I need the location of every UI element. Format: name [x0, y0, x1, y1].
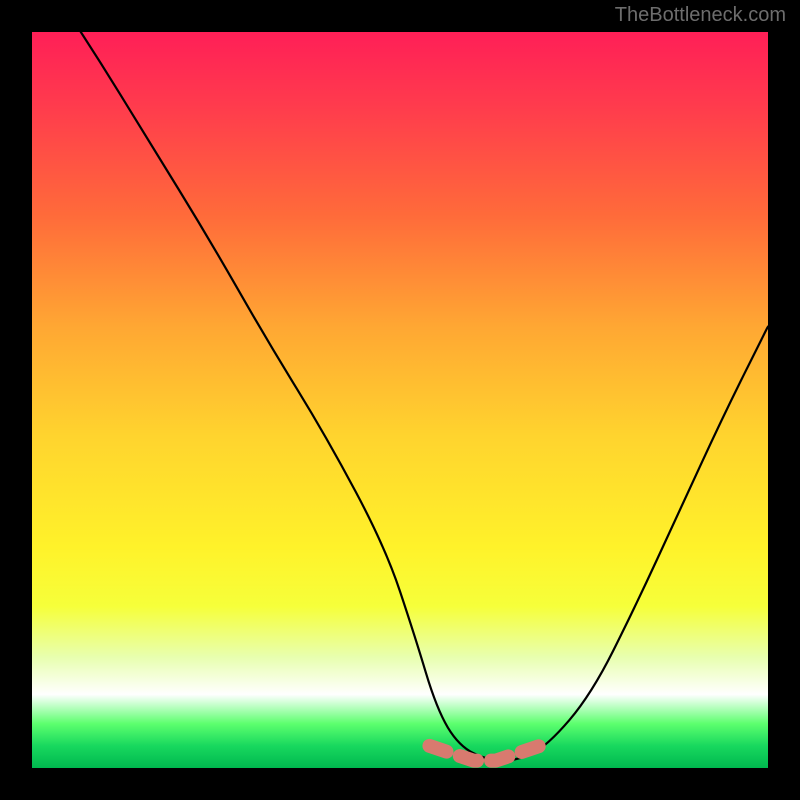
highlight-path [429, 746, 539, 761]
curve-path [32, 32, 768, 761]
watermark-label: TheBottleneck.com [615, 4, 786, 27]
chart-plot-area [32, 32, 768, 768]
bottleneck-curve [32, 32, 768, 768]
